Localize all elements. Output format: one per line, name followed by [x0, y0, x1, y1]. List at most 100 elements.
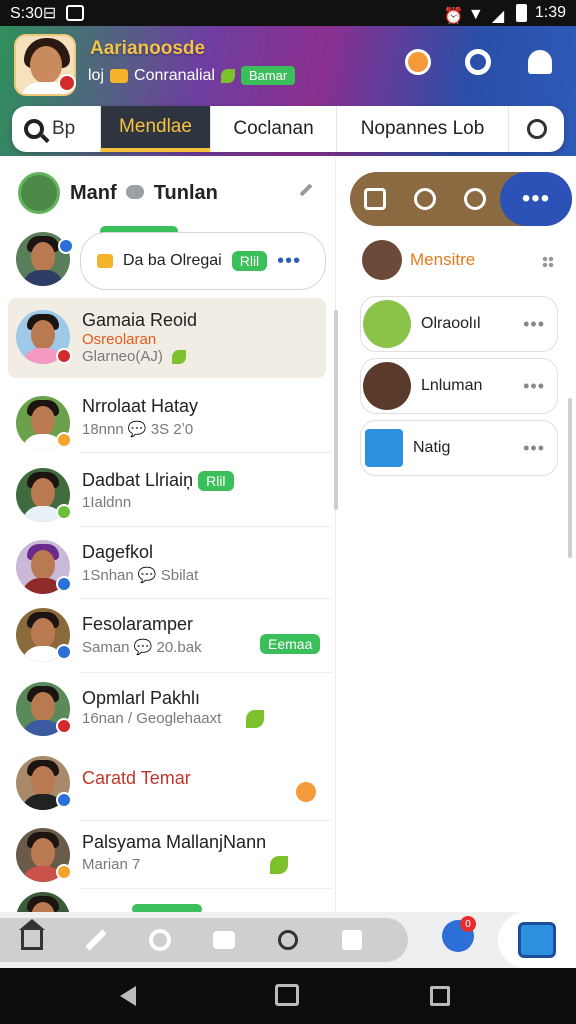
drag-handle-icon[interactable]: [542, 256, 554, 268]
status-time: 1:39: [534, 4, 566, 21]
app-notification-icon: [66, 5, 85, 21]
tab-search[interactable]: Bp: [12, 106, 100, 152]
search-nav-button[interactable]: [256, 918, 320, 962]
home-button[interactable]: [0, 918, 64, 962]
notification-badge: 0: [460, 916, 476, 932]
chat-chip: Eemaa: [260, 634, 321, 654]
alarm-icon: ⏰: [443, 8, 464, 25]
pinned-message[interactable]: Da ba Olregai Rlil •••: [80, 232, 326, 290]
contact-card[interactable]: Olraoolıl •••: [360, 296, 558, 352]
pinned-message-chip: Rlil: [231, 251, 268, 271]
flag-button[interactable]: [192, 918, 256, 962]
more-button[interactable]: •••: [500, 172, 572, 226]
chat-name: Dadbat Llriaiņ Rlil: [82, 470, 234, 491]
chat-row[interactable]: Dadbat Llriaiņ Rlil 1Ialdnn: [8, 458, 326, 530]
mascot-icon: [405, 49, 431, 75]
pin-icon[interactable]: [299, 183, 313, 197]
battery-icon: [515, 4, 527, 22]
more-icon[interactable]: •••: [523, 314, 545, 335]
avatar: [362, 240, 402, 280]
user-subtitle: loj Conranalial Bamar: [88, 66, 296, 85]
avatar: [363, 300, 411, 348]
chat-row[interactable]: Caratd Temar: [8, 752, 326, 824]
notes-button[interactable]: [350, 172, 400, 226]
id-card-icon: [342, 930, 362, 950]
group-header[interactable]: Manf Tunlan: [18, 172, 218, 214]
status-left-text: S:30⊟: [10, 5, 57, 22]
gift-icon: [110, 68, 129, 83]
record-button[interactable]: [128, 918, 192, 962]
tab-mendlae[interactable]: Mendlae: [100, 106, 210, 152]
group-title-b: Tunlan: [153, 181, 218, 204]
wifi-icon: ▼: [467, 6, 484, 23]
status-badge: [56, 864, 72, 880]
contact-card[interactable]: Lnluman •••: [360, 358, 558, 414]
tab-history-button[interactable]: [508, 106, 564, 152]
clock-button[interactable]: [400, 172, 450, 226]
search-button[interactable]: [460, 44, 496, 80]
status-bar: S:30⊟ ⏰ ▼ ◢ 1:39: [0, 0, 576, 26]
chat-row[interactable]: Fesolaramper Saman 💬 20.bak Eemaa: [8, 604, 326, 676]
notifications-button[interactable]: [522, 44, 558, 80]
settings-button[interactable]: [450, 172, 500, 226]
chat-list-panel: Manf Tunlan Da ba Olregai Rlil ••• Gamai…: [0, 158, 336, 912]
status-badge: [56, 348, 72, 364]
tab-coclanan[interactable]: Coclanan: [210, 106, 336, 152]
more-icon[interactable]: •••: [523, 376, 545, 397]
divider: [80, 888, 332, 889]
app-logo-icon: [365, 429, 403, 467]
chat-name: Fesolaramper: [82, 614, 194, 634]
tools-button[interactable]: [64, 918, 128, 962]
folder-icon: [97, 254, 113, 268]
contact-name: Lnluman: [421, 377, 483, 394]
tab-nopannes-lob[interactable]: Nopannes Lob: [336, 106, 508, 152]
mascot-button[interactable]: [400, 44, 436, 80]
chat-subtitle: 16nan / Geoglehaaxt: [82, 710, 222, 727]
online-badge: [58, 238, 74, 254]
contacts-panel: ••• Mensitre Olraoolıl ••• Lnluman ••• N…: [344, 158, 576, 912]
group-title: Manf Tunlan: [70, 182, 218, 205]
back-icon[interactable]: [120, 986, 136, 1006]
search-icon: [465, 49, 491, 75]
more-icon[interactable]: •••: [523, 438, 545, 459]
chat-name: Caratd Temar: [82, 768, 191, 788]
chat-name: Gamaia Reoid: [82, 310, 198, 330]
profile-card-button[interactable]: [320, 918, 384, 962]
status-badge: [56, 792, 72, 808]
leaf-icon: [172, 350, 186, 364]
compose-button[interactable]: [498, 912, 576, 968]
tab-search-label: Bp: [52, 118, 76, 139]
nav-group: [0, 918, 408, 962]
bell-icon: [528, 50, 552, 74]
flag-icon: [213, 931, 235, 949]
recents-icon[interactable]: [430, 986, 450, 1006]
divider: [80, 452, 332, 453]
system-nav-bar: [0, 968, 576, 1024]
chat-row[interactable]: Palsyama MallanjNann Marian 7: [8, 824, 326, 896]
mascot-icon: [296, 782, 316, 802]
more-icon[interactable]: •••: [277, 250, 301, 273]
home-icon[interactable]: [275, 984, 299, 1006]
contact-group-title: Mensitre: [410, 250, 476, 269]
contact-name: Olraoolıl: [421, 315, 481, 332]
scrollbar[interactable]: [334, 310, 338, 510]
chat-row[interactable]: Gamaia Reoid Osreolaran Glarneo(AJ): [8, 298, 326, 378]
contact-group-header[interactable]: Mensitre: [362, 240, 475, 280]
chat-row[interactable]: Opmlarl Pakhlı 16nan / Geoglehaaxt: [8, 678, 326, 750]
chat-bubble-icon: [126, 184, 145, 199]
scrollbar[interactable]: [568, 398, 572, 558]
tools-icon: [85, 929, 107, 951]
divider: [80, 672, 332, 673]
home-icon: [19, 919, 45, 950]
chat-subtitle: Marian 7: [82, 856, 141, 873]
user-status-chip[interactable]: Bamar: [240, 66, 296, 85]
chat-row[interactable]: Nrrolaat Hatay 18nnn 💬 3S 2ʼ0: [8, 386, 326, 458]
chat-row[interactable]: Dagefkol 1Snhan 💬 Sbilat: [8, 532, 326, 604]
group-avatar: [18, 172, 60, 214]
divider: [80, 820, 332, 821]
status-badge: [56, 432, 72, 448]
leaf-icon: [246, 710, 264, 728]
tab-bar: Bp Mendlae Coclanan Nopannes Lob: [12, 106, 564, 152]
status-badge: [56, 644, 72, 660]
contact-card[interactable]: Natig •••: [360, 420, 558, 476]
